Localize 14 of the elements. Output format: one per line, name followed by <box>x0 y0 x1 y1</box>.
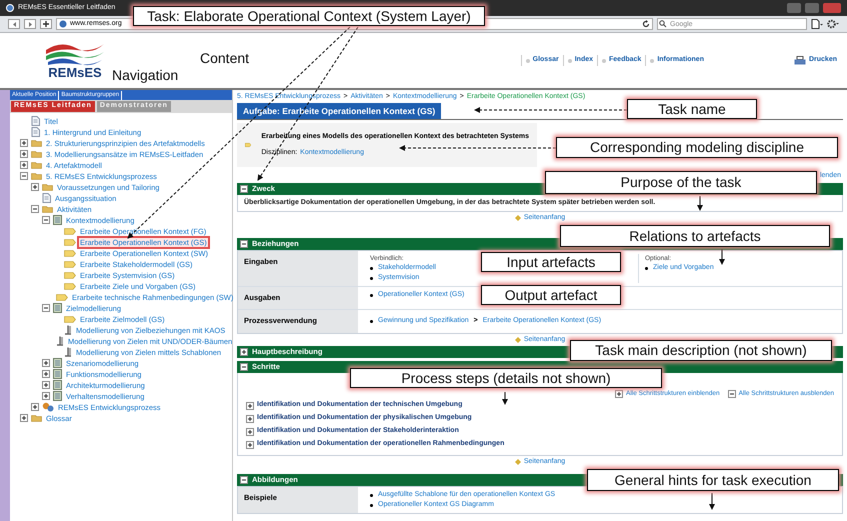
annotation-tooltip: Task: Elaborate Operational Context (System Layer) <box>133 6 485 26</box>
annotation-tooltip: Task main description (not shown) <box>570 340 832 361</box>
annotation-tooltip: Input artefacts <box>481 252 621 272</box>
logo-text: REMsES <box>48 66 102 79</box>
task-title: Aufgabe: Erarbeite Operationellen Kontext (GS) <box>237 103 442 119</box>
annotation-tooltip: General hints for task execution <box>587 469 839 491</box>
annotation-tooltip: Process steps (details not shown) <box>350 368 662 388</box>
annotation-tooltip: Relations to artefacts <box>560 225 830 247</box>
annotation-tooltip: Corresponding modeling discipline <box>556 137 838 158</box>
annotation-tooltip: Purpose of the task <box>545 171 817 194</box>
annotation-label: Navigation <box>112 66 178 85</box>
annotation-tooltip: Output artefact <box>481 285 621 305</box>
annotation-label: Content <box>200 49 250 68</box>
annotation-tooltip: Task name <box>627 99 757 119</box>
